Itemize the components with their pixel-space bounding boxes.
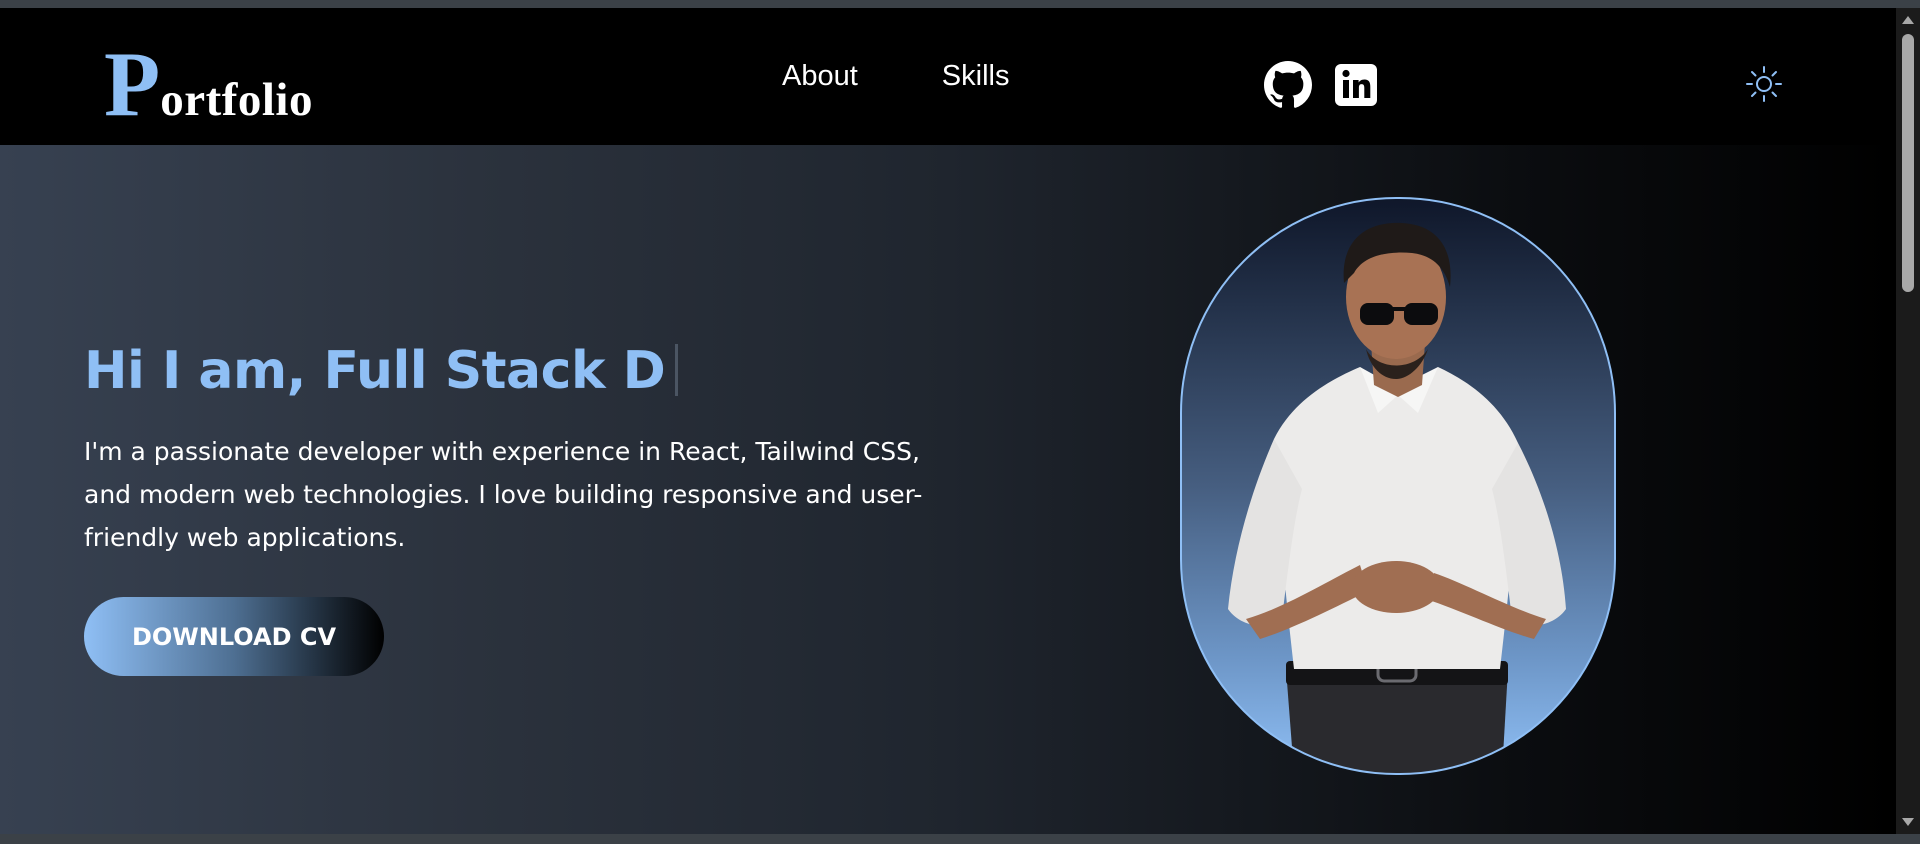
site-logo[interactable]: Portfolio xyxy=(104,38,313,130)
logo-initial: P xyxy=(104,33,161,135)
nav-link-skills[interactable]: Skills xyxy=(942,60,1010,93)
profile-photo xyxy=(1180,197,1616,775)
window-top-border xyxy=(0,0,1920,8)
scrollbar-thumb[interactable] xyxy=(1902,34,1914,292)
hero-intro: I'm a passionate developer with experien… xyxy=(84,437,923,552)
profile-figure xyxy=(1228,222,1566,773)
nav-links: About Skills xyxy=(782,60,1009,93)
typing-caret xyxy=(675,344,679,396)
logo-text: ortfolio xyxy=(160,74,313,126)
window-bottom-border xyxy=(0,834,1920,844)
linkedin-icon[interactable] xyxy=(1332,61,1380,109)
nav-link-about[interactable]: About xyxy=(782,60,858,93)
navbar: Portfolio About Skills xyxy=(0,8,1896,145)
sun-icon[interactable] xyxy=(1744,64,1784,104)
download-cv-button[interactable]: DOWNLOAD CV xyxy=(84,597,384,676)
headline-text: Hi I am, Full Stack D xyxy=(84,341,666,401)
hero-headline: Hi I am, Full Stack D xyxy=(84,341,679,401)
social-links xyxy=(1264,61,1380,109)
scroll-down-arrow-icon[interactable] xyxy=(1902,818,1914,826)
github-icon[interactable] xyxy=(1264,61,1312,109)
scroll-up-arrow-icon[interactable] xyxy=(1902,16,1914,24)
portfolio-page: Portfolio About Skills Hi I am, Full Sta… xyxy=(0,8,1896,834)
hero-section: Hi I am, Full Stack D I'm a passionate d… xyxy=(0,145,1896,834)
page-scrollbar[interactable] xyxy=(1896,8,1920,834)
